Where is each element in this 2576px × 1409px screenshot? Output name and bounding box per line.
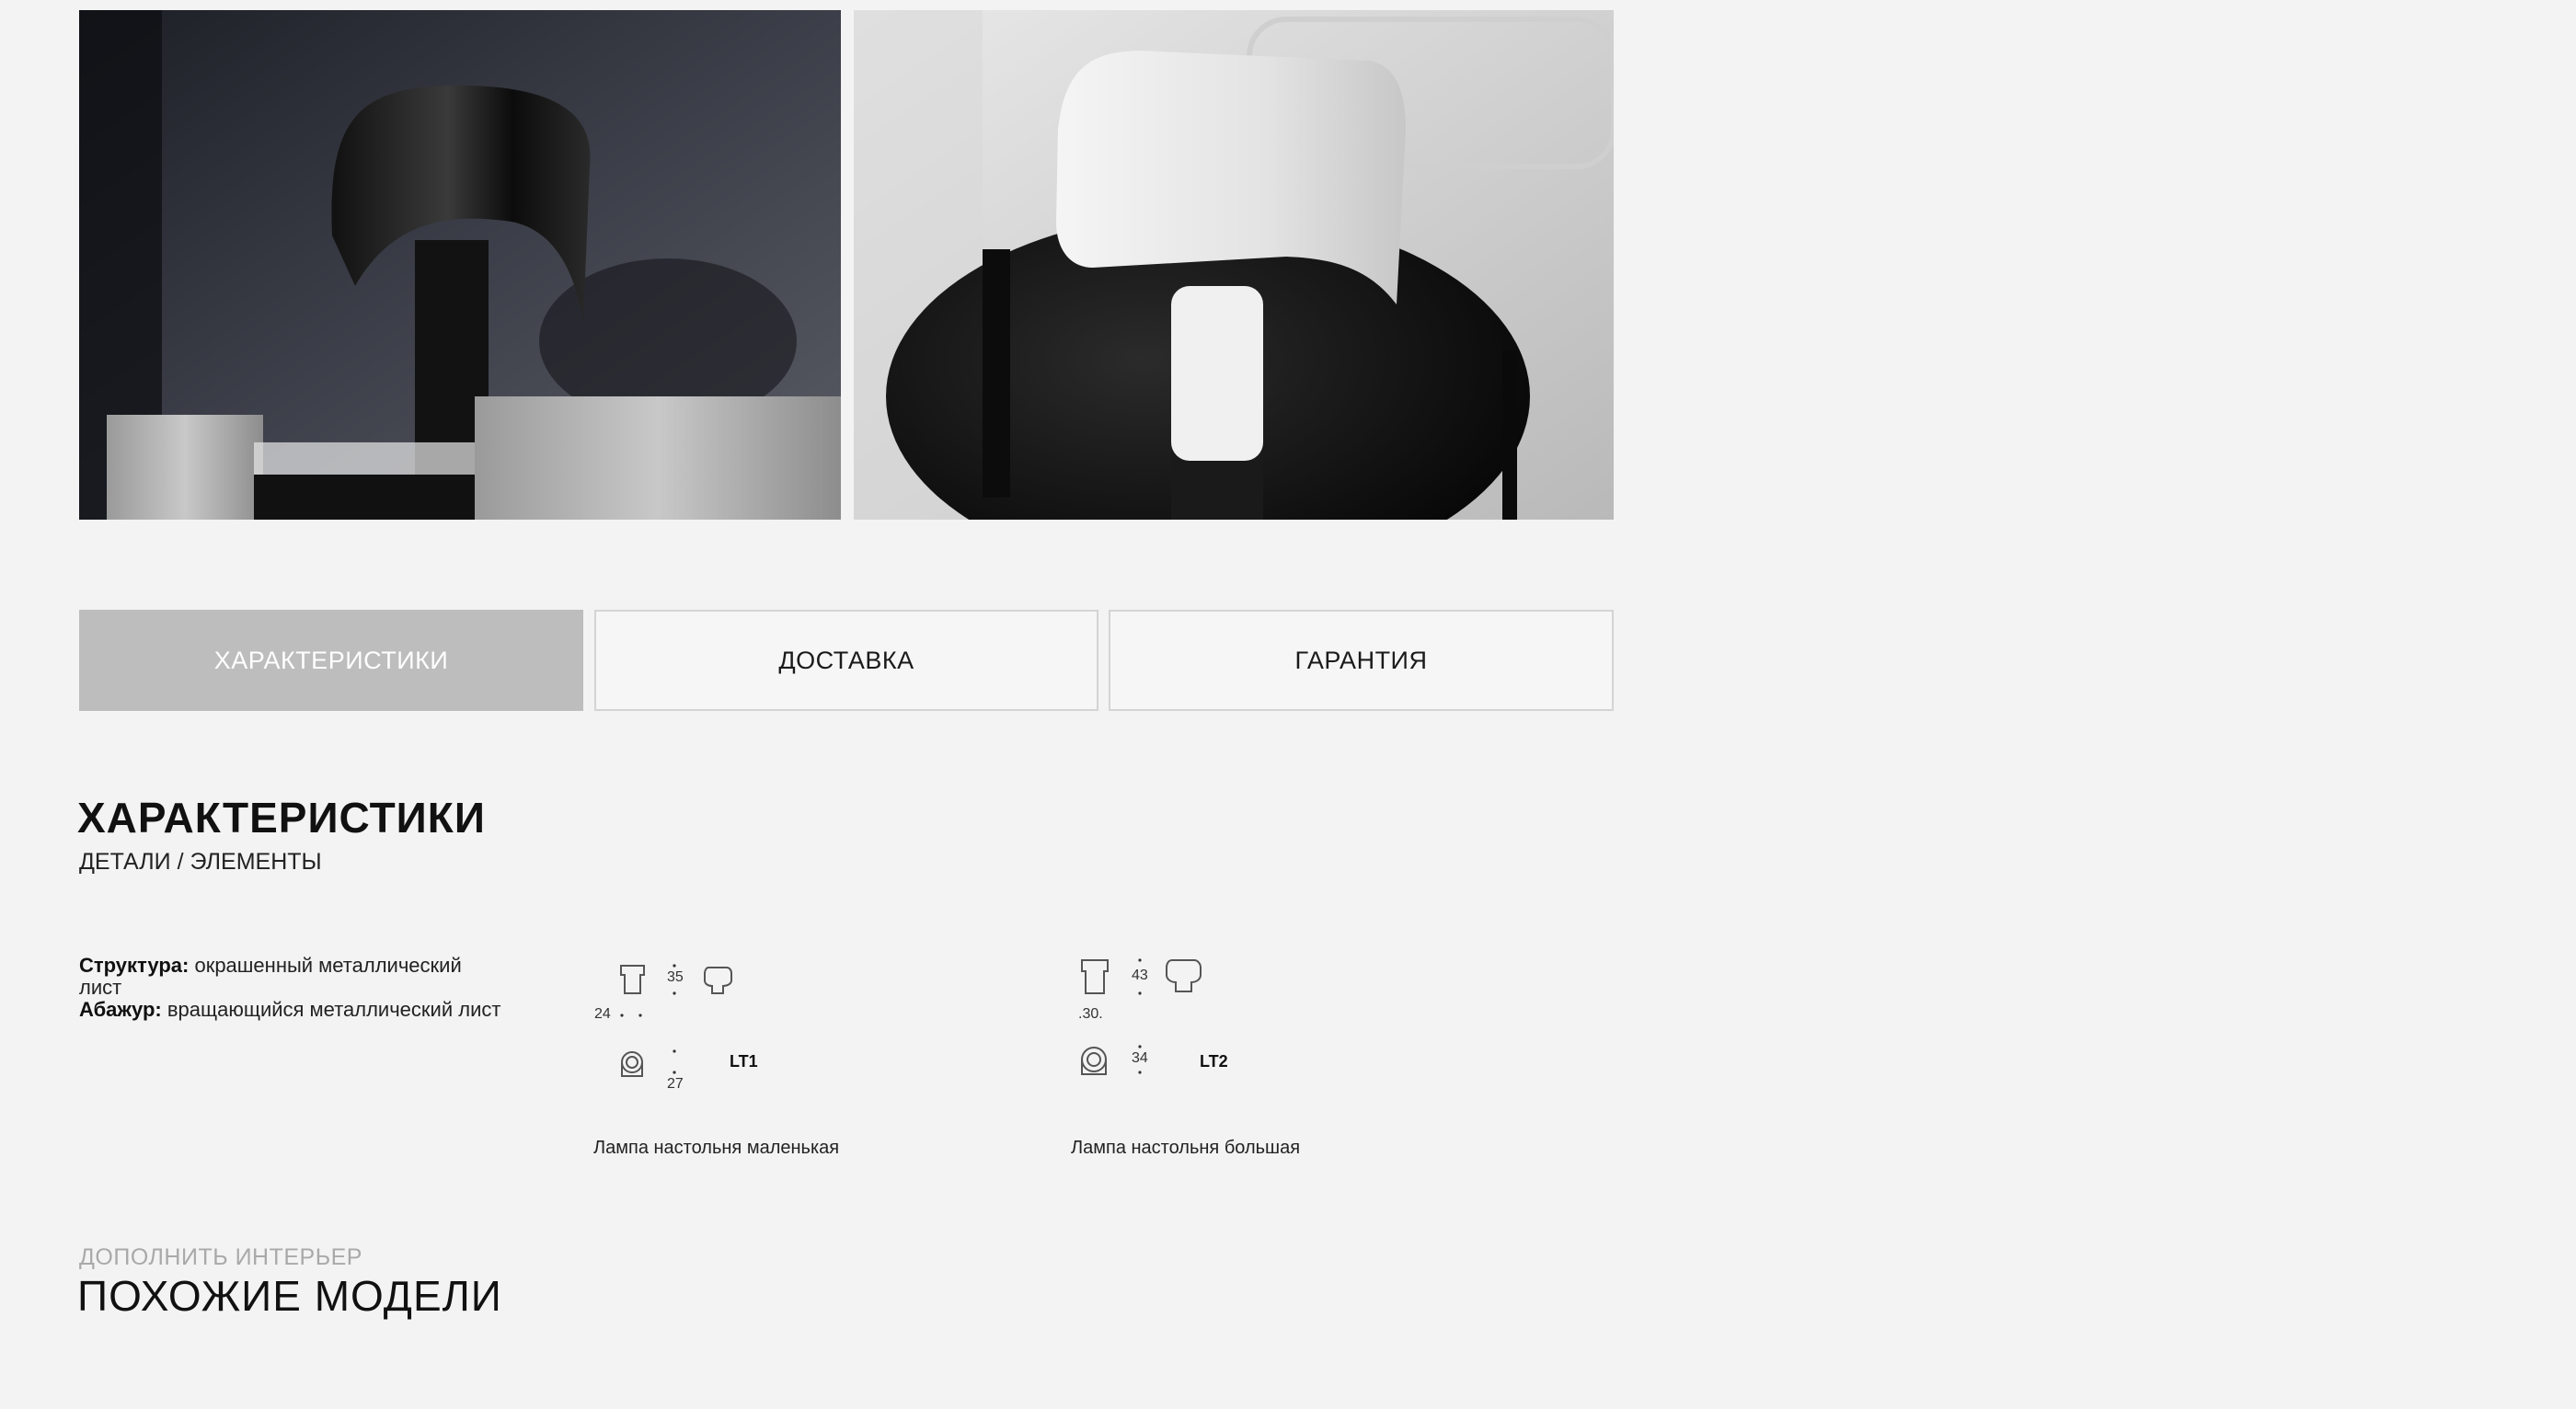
lamp-photo-white-icon — [854, 10, 1614, 520]
info-tabs: ХАРАКТЕРИСТИКИ ДОСТАВКА ГАРАНТИЯ — [79, 610, 1614, 711]
product-gallery — [79, 10, 1614, 520]
variant-name: Лампа настольня маленькая — [593, 1138, 840, 1158]
section-title: ХАРАКТЕРИСТИКИ — [77, 794, 486, 842]
lamp-photo-black-icon — [79, 10, 841, 520]
lamp-dimensions-diagram-icon — [1081, 958, 1202, 1075]
spec-label: Абажур: — [79, 998, 162, 1021]
dimension-height: 35 — [667, 969, 684, 985]
tab-delivery[interactable]: ДОСТАВКА — [594, 610, 1098, 711]
dimension-width: .30. — [1078, 1006, 1103, 1022]
dimension-height: 43 — [1132, 968, 1148, 983]
spec-label: Структура: — [79, 954, 190, 977]
variant-name: Лампа настольня большая — [1071, 1138, 1301, 1158]
variant-lt2: 43 .30. 34 LT2 Лампа настольня большая — [1067, 947, 1343, 1168]
spec-value: вращающийся металлический лист — [167, 998, 501, 1021]
model-code: LT2 — [1200, 1052, 1228, 1071]
spec-row-shade: Абажур: вращающийся металлический лист — [79, 999, 502, 1021]
dimension-depth: 27 — [667, 1076, 684, 1092]
spec-list: Структура: окрашенный металлический лист… — [79, 955, 502, 1021]
model-code: LT1 — [730, 1052, 758, 1071]
gallery-photo-black-lamp[interactable] — [79, 10, 841, 520]
lamp-dimensions-diagram-icon — [620, 964, 732, 1077]
similar-eyebrow: ДОПОЛНИТЬ ИНТЕРЬЕР — [79, 1244, 362, 1270]
section-subtitle: ДЕТАЛИ / ЭЛЕМЕНТЫ — [79, 849, 322, 875]
dimension-width: 24 — [594, 1006, 611, 1022]
variant-lt1: 35 24 27 LT1 Лампа настольня маленькая — [589, 947, 865, 1168]
dimension-depth: 34 — [1132, 1050, 1148, 1066]
spec-row-structure: Структура: окрашенный металлический лист — [79, 955, 502, 999]
gallery-photo-white-lamp[interactable] — [854, 10, 1614, 520]
tab-warranty[interactable]: ГАРАНТИЯ — [1109, 610, 1614, 711]
tab-characteristics[interactable]: ХАРАКТЕРИСТИКИ — [79, 610, 583, 711]
similar-models-title: ПОХОЖИЕ МОДЕЛИ — [77, 1272, 502, 1320]
